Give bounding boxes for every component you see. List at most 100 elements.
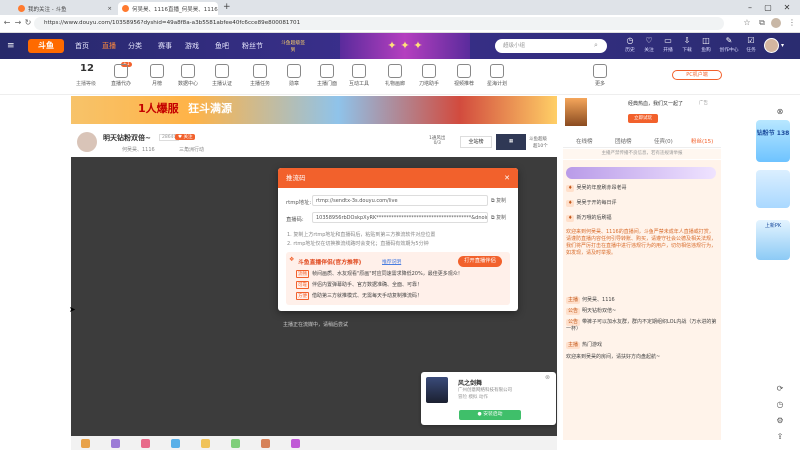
nav-fan-festival[interactable]: 粉丝节	[242, 41, 263, 51]
install-button[interactable]: ● 安装启动	[459, 410, 521, 420]
back-to-top-icon[interactable]: ⇪	[775, 432, 785, 442]
search-input[interactable]: 超级小组	[495, 39, 607, 53]
nav-mall[interactable]: ◫ 鱼购	[695, 36, 717, 53]
streamer-name[interactable]: 何吴昊、1116	[122, 146, 155, 153]
nav-games[interactable]: 游戏	[185, 41, 199, 51]
user-badge-icon: ♦	[566, 215, 575, 222]
douyu-logo[interactable]: 斗鱼	[28, 39, 64, 53]
nav-live[interactable]: 直播	[102, 41, 116, 51]
new-tab-icon[interactable]: +	[223, 2, 231, 12]
tool-item[interactable]: 视频推荐	[446, 64, 482, 87]
nav-creator[interactable]: ✎ 创作中心	[716, 36, 742, 53]
pc-client-button[interactable]: PC机户端	[672, 70, 722, 80]
refresh-icon[interactable]: ⟳	[775, 384, 785, 394]
tool-item[interactable]: 直播代办	[103, 64, 139, 87]
streamer-avatar[interactable]	[77, 132, 97, 152]
minimize-icon[interactable]: –	[744, 3, 756, 12]
close-icon[interactable]: ⊗	[545, 374, 550, 381]
copy-code-button[interactable]: ⧉ 复制	[491, 214, 506, 221]
copy-rtmp-button[interactable]: ⧉ 复制	[491, 197, 506, 204]
menu-icon[interactable]: ⋮	[787, 18, 797, 27]
history-icon[interactable]: ◷	[775, 400, 785, 410]
maximize-icon[interactable]: ▢	[762, 3, 774, 12]
todo-icon	[114, 64, 128, 78]
tool-item-label: 主播认证	[211, 81, 232, 87]
rank-button[interactable]: 全站榜	[460, 136, 492, 148]
event-banner-art: ✦ ✦ ✦	[387, 39, 423, 52]
tool-item[interactable]: 主播任务	[242, 64, 278, 87]
close-window-icon[interactable]: ✕	[781, 3, 793, 12]
gift-icon[interactable]	[141, 439, 150, 448]
chevron-down-icon[interactable]: ▾	[781, 42, 784, 49]
stream-code-label: 直播码:	[286, 217, 304, 223]
browser-tab[interactable]: 我的关注 - 斗鱼 ×	[14, 2, 116, 15]
search-icon[interactable]: ⌕	[594, 41, 598, 50]
tool-item[interactable]: 星海计划	[479, 64, 515, 87]
tool-item[interactable]: 勋章	[276, 64, 312, 87]
gift-icon[interactable]	[201, 439, 210, 448]
forward-icon[interactable]: →	[13, 18, 23, 27]
gift-icon[interactable]	[111, 439, 120, 448]
hamburger-icon[interactable]: ≡	[7, 41, 15, 51]
promo-text: 伴侣内置弹幕助手、官方数据准确、全面、可靠！	[312, 282, 423, 288]
gift-icon[interactable]	[261, 439, 270, 448]
close-tab-icon[interactable]: ×	[107, 6, 112, 12]
close-icon[interactable]: ✕	[504, 168, 510, 188]
url-input[interactable]: https://www.douyu.com/10358956?dyshid=49…	[34, 17, 724, 30]
game-promo-card[interactable]: 风之剑舞 广州创意网络科技有限公司 冒险 模拟 动作 ● 安装启动 ⊗	[421, 372, 556, 425]
nav-task[interactable]: ☑ 任务	[740, 36, 762, 53]
gift-icon[interactable]	[231, 439, 240, 448]
tool-item-more[interactable]: 更多	[582, 64, 618, 87]
user-badge-icon: ♦	[566, 185, 575, 192]
douyu-favicon-icon	[18, 5, 25, 12]
stream-category[interactable]: 三角洲行动	[179, 146, 204, 153]
nav-events[interactable]: 赛事	[158, 41, 172, 51]
hint-line: 2. rtmp地址仅在切换推流线路时会变化；直播码有效期为5分钟	[287, 241, 429, 247]
rtmp-address-field[interactable]: rtmp://sendtx-3s.douyu.com/live	[312, 195, 488, 206]
right-ad[interactable]: 经典热血，我们又一起了 广告 立即试玩	[563, 96, 721, 132]
reload-icon[interactable]: ↻	[23, 18, 33, 27]
settings-icon[interactable]: ⚙	[775, 416, 785, 426]
gift-icon[interactable]	[171, 439, 180, 448]
tool-item[interactable]: 主播门面	[309, 64, 345, 87]
stream-code-field[interactable]: 10358956rbDOskpXyRK*********************…	[312, 212, 488, 223]
tab-team-rank[interactable]: 团结榜	[615, 137, 632, 145]
nav-download-label: 下载	[682, 48, 692, 53]
nav-fishbar[interactable]: 鱼吧	[215, 41, 229, 51]
play-now-button[interactable]: 立即试玩	[628, 114, 658, 123]
tab-online-rank[interactable]: 在线榜	[576, 137, 593, 145]
star-icon[interactable]: ☆	[742, 18, 752, 27]
event-banner[interactable]: ✦ ✦ ✦	[340, 33, 470, 59]
tab-guests[interactable]: 佳宾(0)	[654, 137, 673, 145]
gift-icon[interactable]	[81, 439, 90, 448]
stats-value: 0/3	[433, 141, 441, 146]
tab-fans[interactable]: 粉丝(15)	[691, 137, 713, 145]
open-companion-button[interactable]: 打开直播伴侣	[458, 256, 502, 267]
user-avatar[interactable]	[764, 38, 779, 53]
profile-avatar[interactable]	[771, 18, 781, 28]
chat-message: 主播 热门游戏	[566, 342, 718, 349]
gift-box-banner[interactable]	[756, 170, 790, 208]
pk-banner[interactable]: 上新PK	[756, 220, 790, 260]
tool-item[interactable]: 互动工具	[341, 64, 377, 87]
tool-item[interactable]: 刀塔助手	[411, 64, 447, 87]
promo-link[interactable]: 推荐说明	[382, 258, 401, 265]
close-sidebar-icon[interactable]: ⊗	[775, 107, 785, 117]
address-bar-row: ← → ↻ https://www.douyu.com/10358956?dys…	[0, 15, 800, 33]
tool-item[interactable]: 礼物画廊	[377, 64, 413, 87]
browser-tab-active[interactable]: 何吴昊、1116直播_何吴昊、1116... ×	[118, 2, 218, 15]
nav-home[interactable]: 首页	[75, 41, 89, 51]
promo-text: 借助第三方就推模式、无需每天手动复制推流码！	[312, 293, 423, 299]
chat-text: 新万哦的后刷福	[576, 215, 612, 221]
guild-badge[interactable]: ▦	[496, 134, 526, 150]
back-icon[interactable]: ←	[2, 18, 12, 27]
super-sign-in-label[interactable]: 斗鱼超级签到	[280, 39, 306, 53]
tool-item[interactable]: 数据中心	[170, 64, 206, 87]
nav-category[interactable]: 分类	[128, 41, 142, 51]
nav-task-label: 任务	[746, 48, 756, 53]
extensions-icon[interactable]: ⧉	[757, 18, 767, 28]
fan-festival-banner[interactable]: 钻粉节 138	[756, 120, 790, 162]
gift-icon[interactable]	[291, 439, 300, 448]
tool-item[interactable]: 主播认证	[204, 64, 240, 87]
follow-button[interactable]: ♥ 关注	[175, 134, 196, 140]
